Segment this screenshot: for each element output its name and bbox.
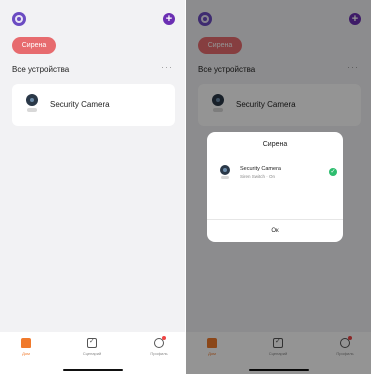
scenario-icon: [87, 337, 97, 348]
home-indicator: [63, 369, 123, 371]
scene-result-dialog: Сирена Security Camera Siren Switch · On…: [207, 132, 343, 242]
avatar-icon[interactable]: [12, 12, 26, 26]
more-options-icon[interactable]: ···: [161, 62, 173, 72]
home-screen: + Сирена Все устройства ··· Security Cam…: [0, 0, 185, 374]
tab-home-label: Дом: [22, 351, 30, 356]
bottom-tab-bar: Дом Сценарий Профиль: [0, 332, 185, 374]
device-card-security-camera[interactable]: Security Camera: [12, 84, 175, 126]
device-name: Security Camera: [50, 100, 110, 109]
ok-button[interactable]: Ок: [207, 220, 343, 242]
scene-siren-button[interactable]: Сирена: [12, 37, 56, 54]
checkmark-icon: ✓: [329, 168, 337, 176]
tab-scenario[interactable]: Сценарий: [72, 337, 112, 356]
home-icon: [21, 338, 31, 348]
tab-home[interactable]: Дом: [6, 338, 46, 356]
add-button[interactable]: +: [163, 13, 175, 25]
tab-profile-label: Профиль: [150, 351, 168, 356]
profile-icon: [154, 336, 166, 348]
camera-icon: [219, 165, 231, 181]
tab-profile[interactable]: Профиль: [139, 336, 179, 356]
dialog-title: Сирена: [262, 141, 288, 148]
all-devices-title: Все устройства: [12, 65, 70, 74]
camera-icon: [24, 94, 40, 116]
dialog-device-status: Siren Switch · On: [240, 174, 276, 179]
dialog-device-name: Security Camera: [240, 166, 281, 172]
tab-scenario-label: Сценарий: [82, 351, 102, 356]
home-screen-with-dialog: + Сирена Все устройства ··· Security Cam…: [186, 0, 371, 374]
